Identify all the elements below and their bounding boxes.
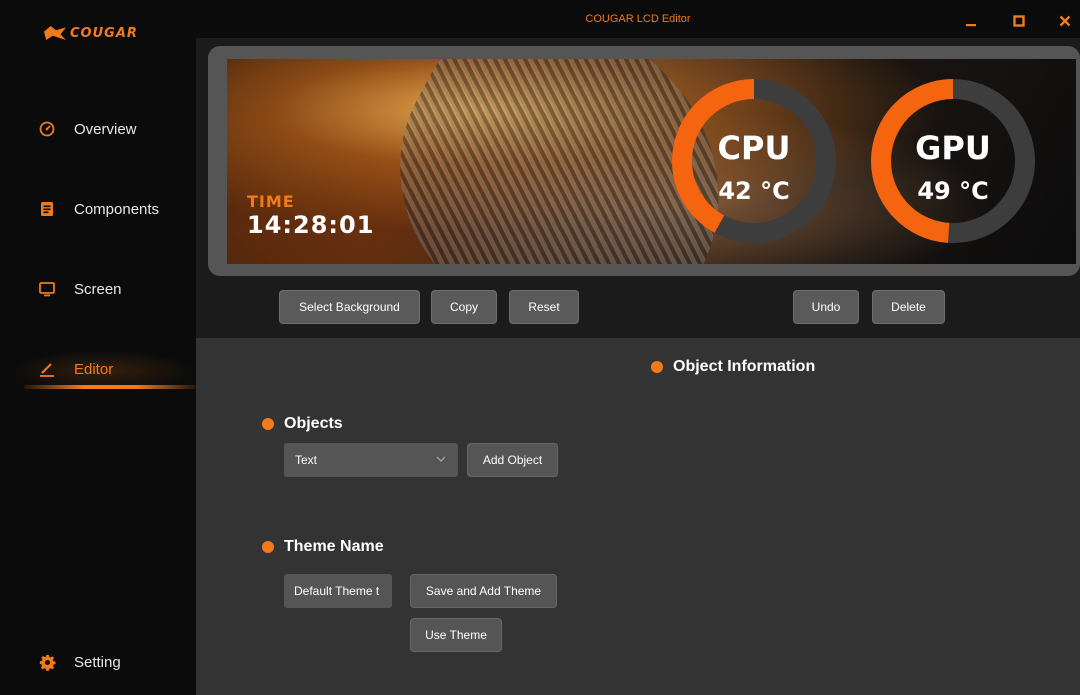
theme-name-heading: Theme Name (262, 538, 384, 556)
cpu-gauge-label: CPU (717, 129, 791, 167)
select-background-button[interactable]: Select Background (279, 290, 420, 324)
object-type-selected: Text (295, 453, 318, 467)
reset-button[interactable]: Reset (509, 290, 579, 324)
gpu-gauge-value: 49 °C (917, 177, 989, 205)
section-title: Theme Name (284, 538, 384, 555)
sidebar-item-editor[interactable]: Editor (0, 349, 196, 389)
bullet-dot (651, 361, 663, 373)
bullet-dot (262, 541, 274, 553)
pen-icon (38, 360, 56, 378)
bullet-dot (262, 418, 274, 430)
close-icon (1059, 15, 1071, 27)
object-information-heading: Object Information (651, 358, 815, 376)
window-title: COUGAR LCD Editor (585, 13, 691, 25)
gpu-gauge-label: GPU (915, 129, 991, 167)
copy-button[interactable]: Copy (431, 290, 497, 324)
add-object-button[interactable]: Add Object (467, 443, 558, 477)
minimize-button[interactable] (960, 10, 982, 32)
sidebar-item-components[interactable]: Components (0, 189, 196, 229)
maximize-button[interactable] (1008, 10, 1030, 32)
brand-logo: COUGAR (44, 22, 138, 44)
speedometer-icon (38, 120, 56, 138)
undo-button[interactable]: Undo (793, 290, 859, 324)
monitor-icon (38, 280, 56, 298)
sidebar-item-label: Overview (74, 120, 137, 138)
title-bar: COUGAR LCD Editor (196, 0, 1080, 38)
object-type-select[interactable]: Text (284, 443, 458, 477)
use-theme-button[interactable]: Use Theme (410, 618, 502, 652)
editor-main: TIME 14:28:01 CPU 42 °C GPU 49 °C Select… (196, 38, 1080, 695)
gpu-gauge[interactable]: GPU 49 °C (869, 77, 1037, 245)
sidebar-item-label: Components (74, 200, 160, 218)
lcd-preview-canvas[interactable]: TIME 14:28:01 CPU 42 °C GPU 49 °C (227, 59, 1076, 264)
active-indicator (24, 385, 196, 389)
section-title: Object Information (673, 358, 816, 375)
chevron-down-icon (436, 456, 446, 462)
sidebar-item-label: Screen (74, 280, 122, 298)
sidebar-item-label: Editor (74, 360, 114, 378)
cpu-gauge[interactable]: CPU 42 °C (670, 77, 838, 245)
preview-panel: TIME 14:28:01 CPU 42 °C GPU 49 °C Select… (196, 38, 1080, 338)
section-title: Objects (284, 415, 343, 432)
delete-button[interactable]: Delete (872, 290, 945, 324)
brand-name: COUGAR (70, 25, 138, 41)
sidebar: COUGAR Overview Components Screen Editor… (0, 0, 196, 695)
minimize-icon (966, 24, 976, 27)
cougar-logo-icon (44, 26, 66, 40)
cpu-gauge-value: 42 °C (718, 177, 790, 205)
sidebar-item-screen[interactable]: Screen (0, 269, 196, 309)
gear-icon (38, 653, 56, 671)
sidebar-item-overview[interactable]: Overview (0, 109, 196, 149)
theme-name-input[interactable] (284, 574, 392, 608)
close-button[interactable] (1054, 10, 1076, 32)
sidebar-item-setting[interactable]: Setting (0, 642, 196, 682)
sidebar-item-label: Setting (74, 653, 121, 671)
time-value[interactable]: 14:28:01 (247, 211, 374, 239)
time-label[interactable]: TIME (247, 192, 295, 211)
document-icon (38, 200, 56, 218)
objects-heading: Objects (262, 415, 343, 433)
save-and-add-theme-button[interactable]: Save and Add Theme (410, 574, 557, 608)
maximize-icon (1013, 15, 1025, 27)
